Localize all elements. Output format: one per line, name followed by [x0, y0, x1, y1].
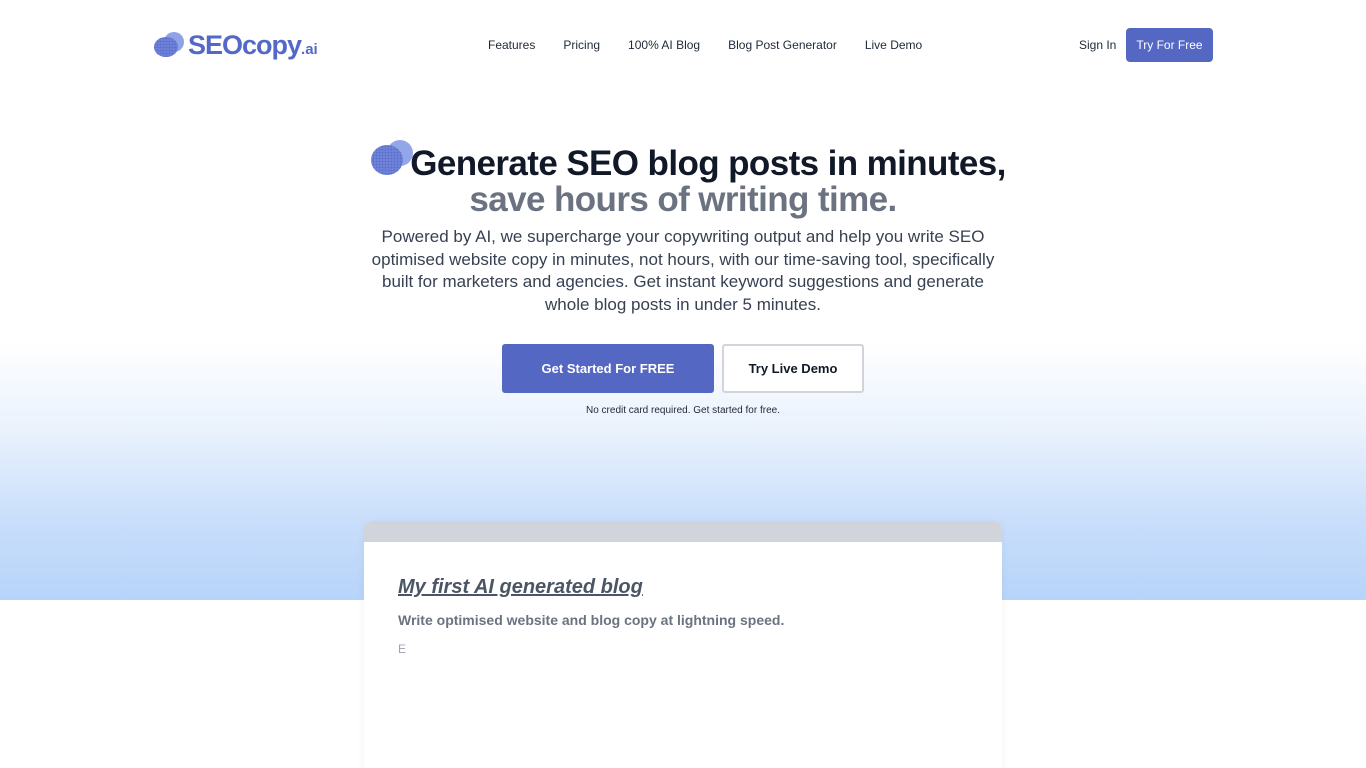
- demo-window-bar: [364, 521, 1002, 542]
- try-live-demo-button[interactable]: Try Live Demo: [722, 344, 864, 393]
- hero-description: Powered by AI, we supercharge your copyw…: [371, 227, 995, 315]
- headline-line-2: save hours of writing time.: [469, 180, 897, 219]
- demo-subtitle: Write optimised website and blog copy at…: [398, 612, 785, 628]
- logo-mark-icon: [153, 31, 187, 59]
- nav-blog-post-generator-link[interactable]: Blog Post Generator: [728, 38, 837, 52]
- nav-live-demo-link[interactable]: Live Demo: [865, 38, 922, 52]
- headline-line-1: Generate SEO blog posts in minutes,: [410, 144, 1006, 183]
- nav-features-link[interactable]: Features: [488, 38, 535, 52]
- sign-in-link[interactable]: Sign In: [1079, 38, 1116, 52]
- logo-link[interactable]: SEOcopy.ai: [153, 29, 318, 61]
- demo-typed-text: E: [398, 642, 407, 656]
- nav-pricing-link[interactable]: Pricing: [563, 38, 600, 52]
- get-started-button[interactable]: Get Started For FREE: [502, 344, 714, 393]
- nav-links: Features Pricing 100% AI Blog Blog Post …: [488, 38, 922, 52]
- no-credit-card-note: No credit card required. Get started for…: [586, 405, 780, 416]
- demo-title: My first AI generated blog: [398, 576, 643, 598]
- hero-headline: Generate SEO blog posts in minutes, save…: [0, 146, 1366, 218]
- top-navigation: SEOcopy.ai Features Pricing 100% AI Blog…: [0, 0, 1366, 90]
- nav-ai-blog-link[interactable]: 100% AI Blog: [628, 38, 700, 52]
- try-for-free-button[interactable]: Try For Free: [1126, 28, 1213, 62]
- logo-text: SEOcopy.ai: [188, 29, 318, 60]
- demo-card: My first AI generated blog Write optimis…: [364, 521, 1002, 768]
